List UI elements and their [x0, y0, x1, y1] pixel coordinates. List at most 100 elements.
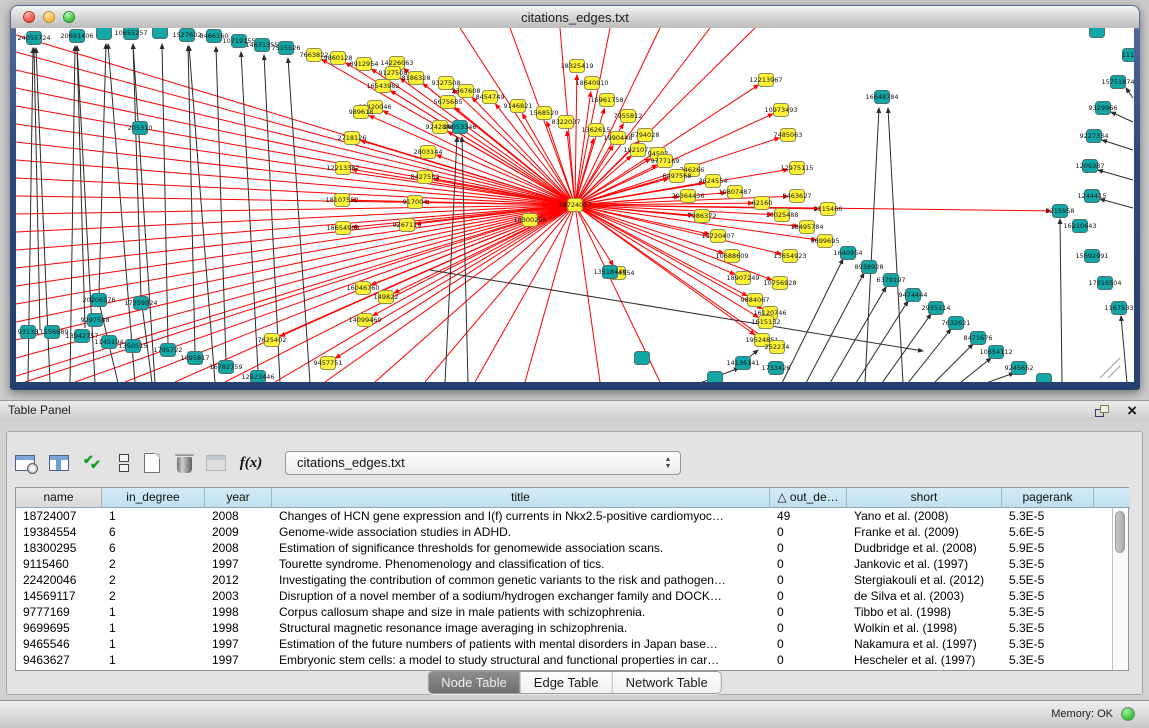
graph-node[interactable]: 18325419: [560, 60, 593, 73]
table-row[interactable]: 1830029562008Estimation of significance …: [16, 540, 1113, 556]
graph-node[interactable]: 3624554: [699, 175, 728, 188]
graph-node[interactable]: [635, 352, 650, 365]
select-checks-icon[interactable]: ✔ ✔: [80, 450, 106, 476]
graph-node[interactable]: 8215958: [1046, 205, 1075, 218]
graph-node[interactable]: [1090, 28, 1105, 38]
graph-node[interactable]: 9474444: [899, 289, 928, 302]
graph-node[interactable]: 149822: [374, 291, 399, 304]
graph-node[interactable]: 1095817: [181, 352, 210, 365]
function-builder-icon[interactable]: f(x): [238, 450, 264, 476]
graph-node[interactable]: 11156689: [35, 326, 68, 339]
new-column-icon[interactable]: [139, 450, 165, 476]
graph-node[interactable]: 8471676: [964, 332, 993, 345]
table-row[interactable]: 977716911998Corpus callosum shape and si…: [16, 604, 1113, 620]
graph-node[interactable]: [97, 28, 112, 40]
graph-node[interactable]: 6794028: [631, 129, 660, 142]
graph-node[interactable]: 9884067: [741, 294, 770, 307]
graph-node[interactable]: 10807487: [718, 186, 751, 199]
graph-node[interactable]: [153, 28, 168, 39]
close-panel-icon[interactable]: ×: [1127, 401, 1137, 421]
table-row[interactable]: 911546021997Tourette syndrome. Phenomeno…: [16, 556, 1113, 572]
graph-node[interactable]: 9115460: [814, 203, 843, 216]
graph-node[interactable]: 14136141: [726, 357, 759, 370]
graph-node[interactable]: 18640910: [575, 77, 608, 90]
network-canvas[interactable]: 2405572420691406106552571527602846616010…: [16, 28, 1134, 382]
graph-node[interactable]: 10655257: [114, 28, 147, 40]
graph-node[interactable]: 8938928: [855, 261, 884, 274]
graph-node[interactable]: 1527602: [173, 29, 202, 42]
graph-node[interactable]: 15692991: [1075, 250, 1108, 263]
graph-node[interactable]: 12213967: [749, 74, 782, 87]
graph-node[interactable]: 2718126: [338, 132, 367, 145]
tab-edge-table[interactable]: Edge Table: [520, 672, 612, 693]
float-panel-icon[interactable]: [1095, 405, 1109, 417]
graph-node[interactable]: 2935114: [922, 302, 951, 315]
graph-node[interactable]: [1037, 374, 1052, 383]
graph-node[interactable]: 15720407: [701, 230, 734, 243]
graph-node[interactable]: 16210643: [1063, 220, 1096, 233]
graph-node[interactable]: 14099469: [348, 314, 381, 327]
graph-node[interactable]: 1990448: [604, 132, 633, 145]
graph-node[interactable]: 16961758: [590, 94, 623, 107]
graph-node[interactable]: 18907249: [726, 272, 759, 285]
graph-node[interactable]: 917004: [403, 196, 428, 209]
table-row[interactable]: 1938455462009Genome-wide association stu…: [16, 524, 1113, 540]
graph-node[interactable]: 9457751: [314, 357, 343, 370]
graph-node[interactable]: 7632621: [942, 317, 971, 330]
column-header-pagerank[interactable]: pagerank: [1002, 488, 1094, 508]
column-header-in_degree[interactable]: in_degree: [102, 488, 205, 508]
table-row[interactable]: 969969511998Structural magnetic resonanc…: [16, 620, 1113, 636]
graph-node[interactable]: 1795722: [154, 344, 183, 357]
graph-node[interactable]: 7485063: [774, 129, 803, 142]
graph-node[interactable]: 15751874: [1101, 76, 1134, 89]
column-header-title[interactable]: title: [272, 488, 770, 508]
graph-node[interactable]: [708, 372, 723, 383]
graph-node[interactable]: 1112: [1122, 49, 1134, 62]
graph-node[interactable]: 8454749: [476, 91, 505, 104]
graph-node[interactable]: 7955812: [614, 110, 643, 123]
delete-table-icon[interactable]: [203, 450, 229, 476]
graph-node[interactable]: 20206576: [82, 294, 115, 307]
graph-node[interactable]: 18495784: [790, 221, 823, 234]
scrollbar-thumb[interactable]: [1115, 511, 1125, 553]
graph-node[interactable]: 7515526: [272, 42, 301, 55]
graph-node[interactable]: 9699695: [811, 235, 840, 248]
window-title-bar[interactable]: citations_edges.txt: [11, 6, 1139, 29]
graph-node[interactable]: 9245652: [1005, 362, 1034, 375]
graph-node[interactable]: 9463627: [783, 190, 812, 203]
graph-node[interactable]: 7625402: [258, 334, 287, 347]
graph-node[interactable]: 9267110: [393, 219, 422, 232]
graph-node[interactable]: 9146821: [504, 100, 533, 113]
graph-node[interactable]: 1244415: [1078, 190, 1107, 203]
graph-node[interactable]: 1733426: [762, 362, 791, 375]
graph-node[interactable]: 20691406: [60, 30, 93, 43]
graph-node[interactable]: 12923446: [241, 371, 274, 383]
row-height-icon[interactable]: [111, 450, 137, 476]
vertical-scrollbar[interactable]: [1112, 508, 1128, 670]
table-select-dropdown[interactable]: citations_edges.txt ▲ ▼: [285, 451, 681, 475]
graph-node[interactable]: 1167533: [1105, 302, 1134, 315]
column-header-name[interactable]: name: [16, 488, 102, 508]
graph-node[interactable]: 10973493: [764, 104, 797, 117]
graph-node[interactable]: 18107552: [325, 194, 358, 207]
graph-node[interactable]: 2803144: [414, 146, 443, 159]
graph-node[interactable]: 1640954: [834, 247, 863, 260]
tab-network-table[interactable]: Network Table: [612, 672, 721, 693]
table-settings-icon[interactable]: [12, 450, 38, 476]
graph-node[interactable]: 17016504: [1088, 277, 1121, 290]
graph-node[interactable]: 6497568: [663, 170, 692, 183]
graph-node[interactable]: 12213382: [326, 162, 359, 175]
minimize-window-button[interactable]: [43, 11, 55, 23]
graph-node[interactable]: 989618: [349, 106, 374, 119]
graph-node[interactable]: 8912954: [350, 58, 379, 71]
graph-node[interactable]: 10654112: [979, 346, 1012, 359]
graph-node[interactable]: 62160: [752, 197, 773, 210]
zoom-window-button[interactable]: [63, 11, 75, 23]
table-row[interactable]: 1456911722003Disruption of a novel membe…: [16, 588, 1113, 604]
table-row[interactable]: 2242004622012Investigating the contribut…: [16, 572, 1113, 588]
graph-node[interactable]: 252274: [765, 341, 790, 354]
graph-node[interactable]: 16543982: [366, 80, 399, 93]
graph-node[interactable]: 24055724: [17, 32, 50, 45]
graph-node[interactable]: 12975115: [780, 162, 813, 175]
graph-node[interactable]: 13654923: [773, 250, 806, 263]
